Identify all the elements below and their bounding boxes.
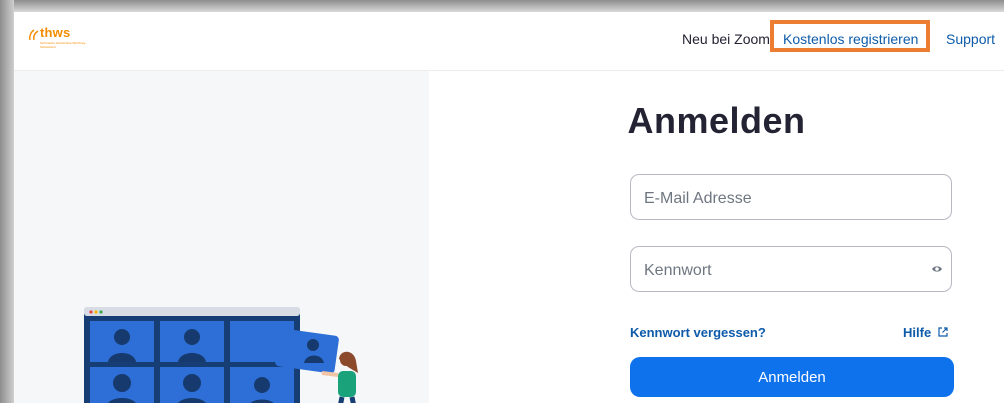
login-button[interactable]: Anmelden [630, 357, 954, 397]
logo-mark-icon [29, 29, 39, 41]
support-link[interactable]: Support [946, 31, 995, 47]
register-free-link[interactable]: Kostenlos registrieren [770, 20, 930, 52]
help-link[interactable]: Hilfe [903, 325, 931, 340]
logo-subtitle: Technische Hochschule Würzburg-Schweinfu… [40, 41, 87, 49]
login-title: Anmelden [627, 100, 806, 141]
screenshot-shadow-left [0, 0, 14, 403]
register-free-label: Kostenlos registrieren [783, 31, 919, 47]
thws-logo[interactable]: thws Technische Hochschule Würzburg-Schw… [28, 25, 88, 57]
login-panel: Anmelden Kennwort vergessen? Hilfe Anmel… [429, 71, 1004, 403]
video-conference-illustration [84, 307, 358, 403]
email-input[interactable] [642, 188, 916, 210]
browser-window: thws Technische Hochschule Würzburg-Schw… [14, 12, 1004, 403]
illustration-panel [14, 71, 429, 403]
password-field[interactable] [630, 246, 952, 292]
email-field[interactable] [630, 174, 952, 220]
eye-icon[interactable] [931, 264, 943, 274]
top-header: thws Technische Hochschule Würzburg-Schw… [14, 12, 1004, 71]
screenshot-shadow-top [0, 0, 1004, 12]
external-link-icon [938, 327, 948, 337]
logo-wordmark: thws [40, 25, 71, 40]
new-to-zoom-label: Neu bei Zoom [682, 31, 770, 47]
password-input[interactable] [642, 260, 916, 282]
forgot-password-link[interactable]: Kennwort vergessen? [630, 325, 766, 340]
